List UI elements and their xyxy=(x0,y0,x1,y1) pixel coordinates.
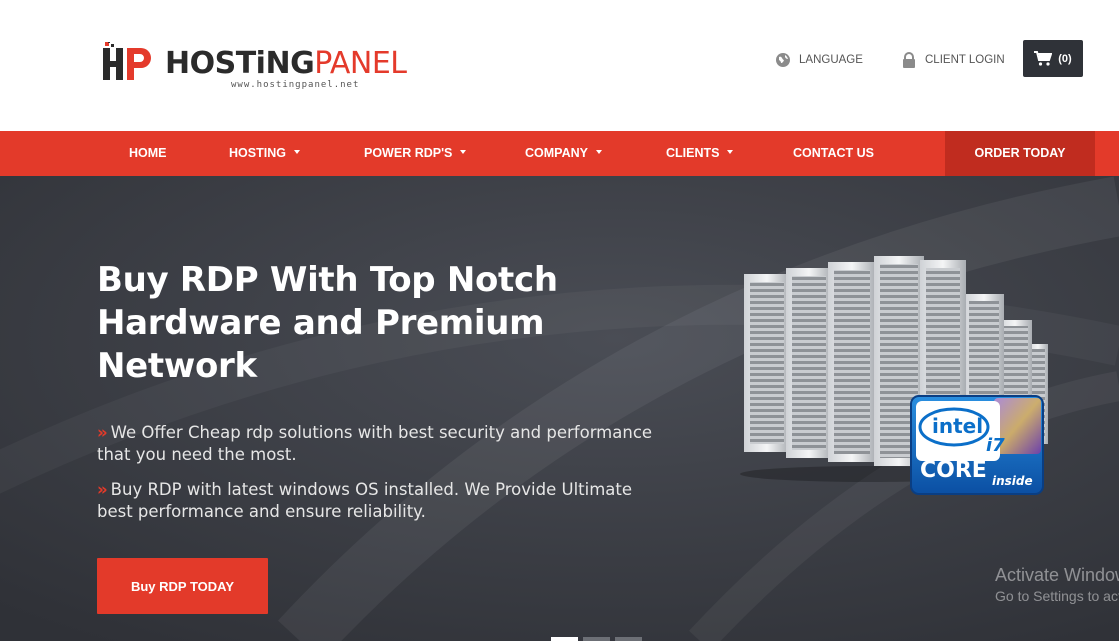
intel-core-i7-badge: intel i7 CORE inside xyxy=(910,395,1044,495)
svg-text:inside: inside xyxy=(992,474,1033,488)
globe-icon xyxy=(775,52,791,68)
nav-power-rdps[interactable]: POWER RDP'S xyxy=(364,131,467,176)
hero-banner: Buy RDP With Top Notch Hardware and Prem… xyxy=(0,176,1119,641)
lock-icon xyxy=(901,52,917,68)
double-chevron-icon: » xyxy=(97,423,108,442)
double-chevron-icon: » xyxy=(97,480,108,499)
language-selector[interactable]: LANGUAGE xyxy=(775,50,863,70)
nav-contact-us[interactable]: CONTACT US xyxy=(793,131,874,176)
activate-windows-watermark: Activate Windows Go to Settings to activ… xyxy=(995,565,1119,604)
svg-text:CORE: CORE xyxy=(920,458,987,483)
language-label: LANGUAGE xyxy=(799,54,863,66)
svg-text:i7: i7 xyxy=(986,435,1005,456)
buy-rdp-button[interactable]: Buy RDP TODAY xyxy=(97,558,268,614)
client-login-label: CLIENT LOGIN xyxy=(925,54,1005,66)
nav-clients[interactable]: CLIENTS xyxy=(666,131,734,176)
site-header: HOSTiNGPANEL www.hostingpanel.net LANGUA… xyxy=(0,0,1119,131)
slider-dot[interactable] xyxy=(583,637,610,641)
client-login-link[interactable]: CLIENT LOGIN xyxy=(901,50,1005,70)
caret-down-icon xyxy=(595,149,602,154)
order-today-button[interactable]: ORDER TODAY xyxy=(945,131,1095,176)
hero-bullet: » We Offer Cheap rdp solutions with best … xyxy=(97,423,653,464)
cart-button[interactable]: (0) xyxy=(1023,40,1083,77)
nav-home[interactable]: HOME xyxy=(129,131,167,176)
hero-bullet: » Buy RDP with latest windows OS installe… xyxy=(97,480,633,521)
hero-title: Buy RDP With Top Notch Hardware and Prem… xyxy=(97,260,558,386)
cart-count: (0) xyxy=(1058,52,1072,65)
logo-url: www.hostingpanel.net xyxy=(231,80,360,90)
slider-dot[interactable] xyxy=(615,637,642,641)
slider-dot[interactable] xyxy=(551,637,578,641)
site-logo[interactable]: HOSTiNGPANEL www.hostingpanel.net xyxy=(103,38,413,94)
caret-down-icon xyxy=(293,149,300,154)
svg-text:intel: intel xyxy=(932,414,983,438)
nav-company[interactable]: COMPANY xyxy=(525,131,602,176)
nav-hosting[interactable]: HOSTING xyxy=(229,131,300,176)
slider-dots xyxy=(551,637,642,641)
caret-down-icon xyxy=(727,149,734,154)
logo-wordmark: HOSTiNGPANEL xyxy=(165,46,407,81)
caret-down-icon xyxy=(460,149,467,154)
hp-logo-icon xyxy=(103,42,151,80)
cart-icon xyxy=(1034,51,1053,66)
